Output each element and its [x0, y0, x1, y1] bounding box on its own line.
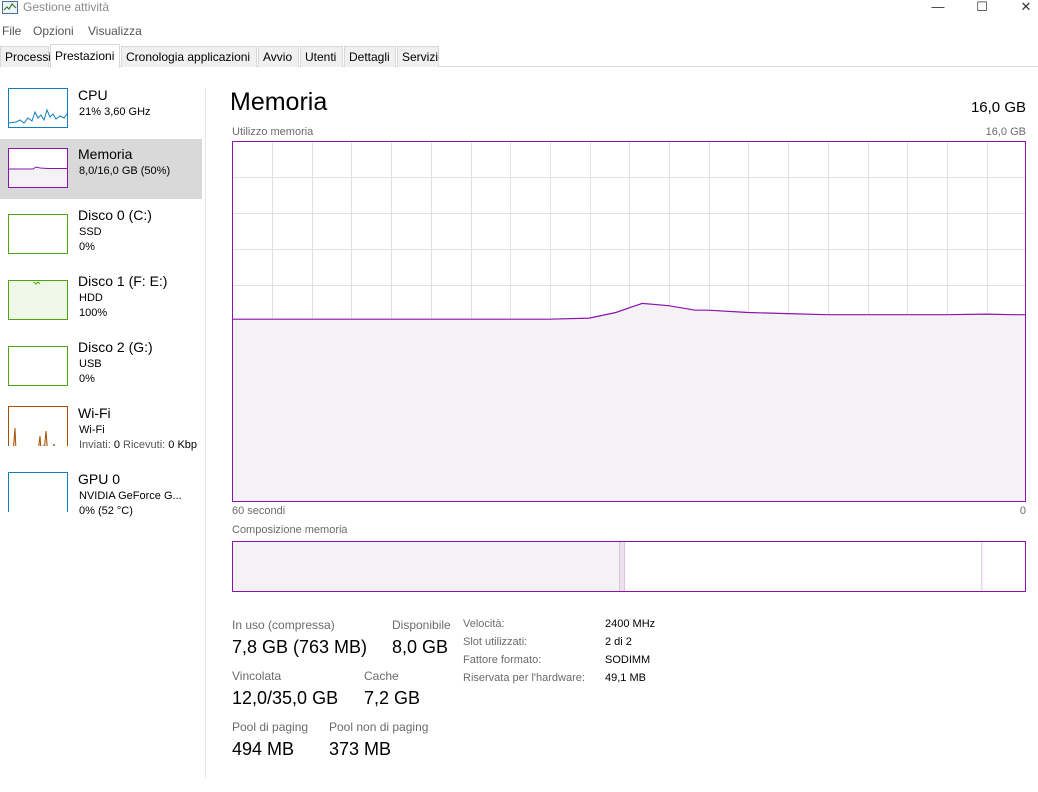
graph-max-label: 16,0 GB [985, 126, 1026, 138]
received-value: 0 Kbp [168, 439, 198, 451]
time-axis-left: 60 secondi [232, 505, 286, 517]
sidebar-item-detail: 21% 3,60 GHz [79, 106, 151, 118]
time-axis-right: 0 [1019, 505, 1026, 517]
sidebar-item-usage: 0% [79, 373, 95, 385]
sent-value: 0 [113, 439, 120, 451]
memory-usage-graph [232, 141, 1026, 502]
menu-opzioni[interactable]: Opzioni [33, 24, 74, 38]
committed-value: 12,0/35,0 GB [232, 688, 339, 708]
sent-label: Inviati: [79, 439, 111, 451]
sidebar-item-label: CPU [78, 87, 108, 103]
sidebar-item-detail: SSD [79, 226, 102, 238]
menu-file[interactable]: File [2, 24, 21, 38]
nonpaged-pool-value: 373 MB [329, 739, 392, 759]
composition-label: Composizione memoria [232, 524, 348, 536]
sidebar-item-label: Memoria [78, 146, 133, 162]
window-title: Gestione attività [23, 0, 110, 14]
form-factor-value: SODIMM [605, 654, 651, 666]
sidebar-item-disco-0[interactable]: Disco 0 (C:) SSD 0% [0, 202, 202, 262]
sidebar-item-label: Wi-Fi [78, 405, 111, 421]
close-button[interactable]: ✕ [1004, 0, 1038, 18]
disk0-thumbnail-graph [8, 214, 68, 254]
disk1-thumbnail-graph [8, 280, 68, 320]
tab-cronologia-applicazioni[interactable]: Cronologia applicazioni [121, 46, 257, 67]
sidebar-item-cpu[interactable]: CPU 21% 3,60 GHz [0, 80, 202, 140]
paged-pool-label: Pool di paging [232, 720, 309, 734]
graph-label: Utilizzo memoria [232, 126, 314, 138]
tab-dettagli[interactable]: Dettagli [344, 46, 396, 67]
slots-label: Slot utilizzati: [463, 636, 528, 648]
form-factor-label: Fattore formato: [463, 654, 542, 666]
sidebar-item-detail: HDD [79, 292, 103, 304]
wifi-thumbnail-graph [8, 406, 68, 446]
page-title: Memoria [230, 88, 328, 116]
sidebar-item-detail: Wi-Fi [79, 424, 105, 436]
resource-sidebar: CPU 21% 3,60 GHz Memoria 8,0/16,0 GB (50… [0, 80, 205, 780]
minimize-button[interactable]: — [916, 0, 960, 18]
maximize-button[interactable]: ☐ [960, 0, 1004, 18]
sidebar-item-usage: 0% (52 °C) [79, 505, 133, 517]
sidebar-item-disco-2[interactable]: Disco 2 (G:) USB 0% [0, 334, 202, 394]
committed-label: Vincolata [232, 669, 282, 683]
cache-label: Cache [364, 669, 399, 683]
sidebar-item-usage: 0% [79, 241, 95, 253]
composition-in-use-segment [232, 541, 620, 592]
tab-utenti[interactable]: Utenti [300, 46, 343, 67]
disk2-thumbnail-graph [8, 346, 68, 386]
hardware-reserved-value: 49,1 MB [605, 672, 646, 684]
sidebar-item-memoria[interactable]: Memoria 8,0/16,0 GB (50%) [0, 139, 202, 199]
sidebar-item-disco-1[interactable]: Disco 1 (F: E:) HDD 100% [0, 268, 202, 328]
sidebar-item-label: Disco 2 (G:) [78, 339, 153, 355]
sidebar-item-detail: USB [79, 358, 102, 370]
menu-visualizza[interactable]: Visualizza [88, 24, 142, 38]
available-value: 8,0 GB [392, 637, 449, 657]
in-use-value: 7,8 GB (763 MB) [232, 637, 368, 657]
paged-pool-value: 494 MB [232, 739, 295, 759]
gpu-thumbnail-graph [8, 472, 68, 512]
in-use-label: In uso (compressa) [232, 618, 335, 632]
memory-usage-area [232, 303, 1026, 502]
cpu-thumbnail-graph [8, 88, 68, 128]
nonpaged-pool-label: Pool non di paging [329, 720, 429, 734]
tab-avvio[interactable]: Avvio [258, 46, 299, 67]
tab-processi[interactable]: Processi [0, 46, 51, 67]
title-bar: Gestione attività — ☐ ✕ [0, 0, 1038, 20]
cache-value: 7,2 GB [364, 688, 421, 708]
sidebar-item-label: Disco 1 (F: E:) [78, 273, 168, 289]
task-manager-icon [2, 1, 18, 14]
sidebar-item-label: GPU 0 [78, 471, 121, 487]
tab-prestazioni[interactable]: Prestazioni [50, 44, 120, 68]
memory-total: 16,0 GB [970, 99, 1026, 116]
sidebar-item-wifi[interactable]: Wi-Fi Wi-Fi Inviati: 0 Ricevuti: 0 Kbp [0, 400, 202, 460]
tab-servizi[interactable]: Servizi [397, 46, 439, 67]
sidebar-item-throughput: Inviati: 0 Ricevuti: 0 Kbp [79, 439, 197, 451]
received-label: Ricevuti: [123, 439, 166, 451]
speed-value: 2400 MHz [605, 618, 656, 630]
sidebar-item-detail: NVIDIA GeForce G... [79, 490, 182, 502]
slots-value: 2 di 2 [605, 636, 632, 648]
available-label: Disponibile [392, 618, 451, 632]
sidebar-item-label: Disco 0 (C:) [78, 207, 152, 223]
sidebar-item-detail: 8,0/16,0 GB (50%) [79, 165, 171, 177]
memory-composition-bar [232, 541, 1026, 592]
sidebar-item-usage: 100% [79, 307, 108, 319]
speed-label: Velocità: [463, 618, 505, 630]
sidebar-item-gpu[interactable]: GPU 0 NVIDIA GeForce G... 0% (52 °C) [0, 466, 202, 526]
tab-bar: Processi Prestazioni Cronologia applicaz… [0, 44, 1038, 68]
hardware-reserved-label: Riservata per l'hardware: [463, 672, 585, 684]
sidebar-divider [205, 88, 206, 778]
memory-thumbnail-graph [8, 148, 68, 188]
